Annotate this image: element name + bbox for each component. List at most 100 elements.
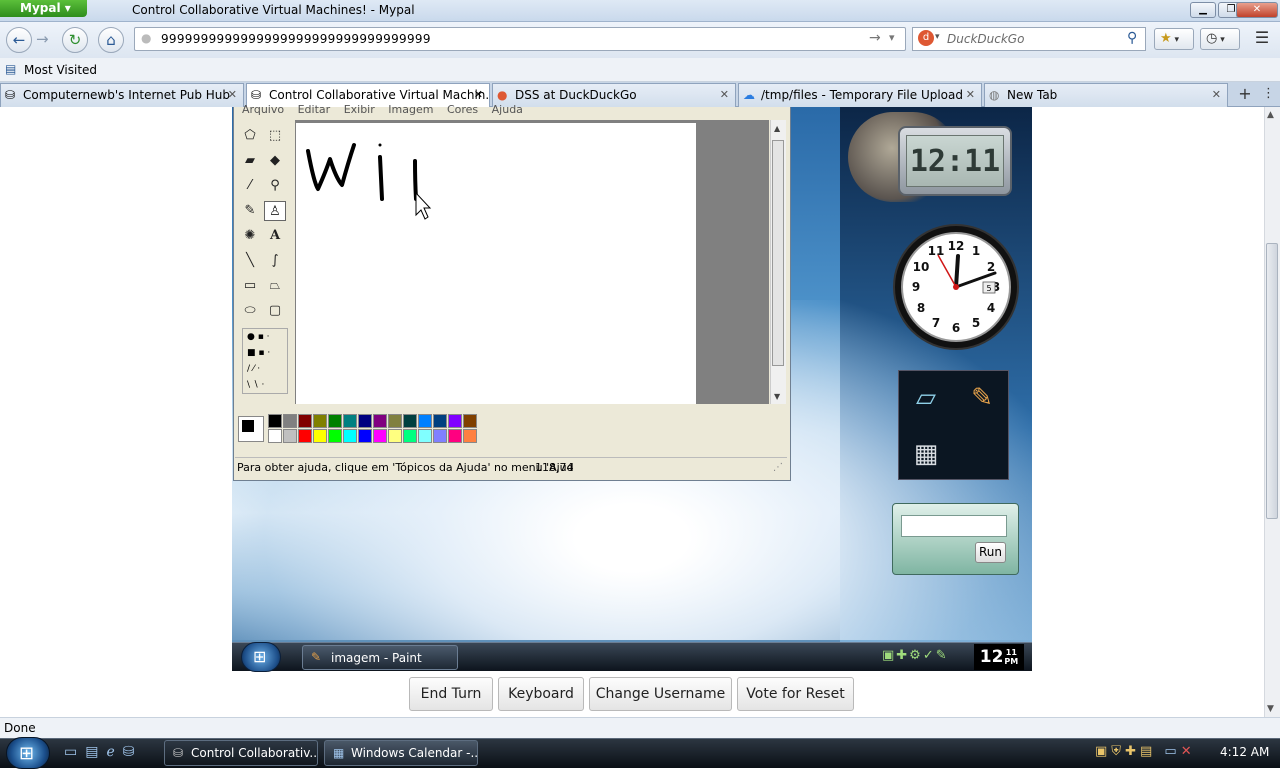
most-visited-bookmark[interactable]: Most Visited [24,63,97,77]
color-swatch[interactable] [283,414,297,428]
shield-icon[interactable]: ⛨ [1111,744,1125,759]
tab-close-icon[interactable]: ✕ [474,88,483,101]
paint-scrollbar-thumb[interactable] [772,140,784,366]
paint-brushes-icon[interactable]: ✎ [955,371,1009,425]
color-swatch[interactable] [268,414,282,428]
paint-canvas[interactable] [296,123,696,404]
bookmarks-button[interactable]: ★ ▾ [1154,28,1194,50]
color-swatch[interactable] [313,429,327,443]
color-swatch[interactable] [343,429,357,443]
color-swatch[interactable] [298,414,312,428]
fill-bucket-icon[interactable]: ◆ [264,151,286,171]
free-select-icon[interactable]: ⬠ [239,126,261,146]
analog-clock-gadget[interactable]: 12 1 2 345 678 9 10 11 5 [893,224,1019,350]
curve-tool-icon[interactable]: ∫ [264,251,286,271]
new-tab-button[interactable]: + [1234,84,1256,106]
monitor-icon[interactable]: ▭ [1164,744,1180,759]
host-system-tray-icons[interactable]: ▣⛨✚▤ ▭✕ [1095,744,1196,759]
polygon-tool-icon[interactable]: ⏢ [264,276,286,296]
color-swatch[interactable] [358,414,372,428]
paint-scroll-up-icon[interactable]: ▲ [774,124,780,133]
host-clock[interactable]: 4:12 AM [1220,745,1269,759]
tab-close-icon[interactable]: ✕ [228,88,237,101]
url-dropdown-icon[interactable]: ▾ [889,31,895,44]
vm-taskbar-item-paint[interactable]: ✎ imagem - Paint [302,645,458,670]
color-swatch[interactable] [373,414,387,428]
vm-system-tray-icons[interactable]: ▣✚⚙✓✎ [882,648,949,663]
keyboard-button[interactable]: Keyboard [498,677,584,711]
color-swatch[interactable] [298,429,312,443]
color-swatch[interactable] [448,429,462,443]
menu-button[interactable]: ☰ [1250,28,1274,50]
search-engine-dropdown-icon[interactable]: ▾ [935,32,940,42]
paint-menu-exibir[interactable]: Exibir [344,103,375,116]
color-swatch[interactable] [418,429,432,443]
paint-scroll-down-icon[interactable]: ▼ [774,392,780,401]
color-swatch[interactable] [433,414,447,428]
notepad-gadget-icon[interactable]: ▱ [899,371,953,425]
rect-select-icon[interactable]: ⬚ [264,126,286,146]
end-turn-button[interactable]: End Turn [409,677,493,711]
paint-menu-imagem[interactable]: Imagem [388,103,433,116]
tab-close-icon[interactable]: ✕ [966,88,975,101]
pencil-icon[interactable]: ✎ [239,201,261,221]
tab-overflow-button[interactable]: ⋮ [1262,86,1275,101]
tab-close-icon[interactable]: ✕ [1212,88,1221,101]
paint-menu-arquivo[interactable]: Arquivo [242,103,284,116]
color-swatch[interactable] [328,414,342,428]
mypal-icon[interactable]: ⛁ [123,744,143,760]
color-swatch[interactable] [283,429,297,443]
show-desktop-icon[interactable]: ▭ [64,744,85,760]
quick-launch-icons[interactable]: ▭▤ℯ⛁ [64,744,143,760]
paint-menu-ajuda[interactable]: Ajuda [492,103,523,116]
color-swatch[interactable] [358,429,372,443]
run-button[interactable]: Run [975,542,1006,563]
home-button[interactable]: ⌂ [98,27,124,53]
change-username-button[interactable]: Change Username [589,677,732,711]
color-swatch[interactable] [403,414,417,428]
vm-clock[interactable]: 12 11 PM [974,644,1024,670]
brush-icon[interactable]: ♙ [264,201,286,221]
color-swatch[interactable] [388,429,402,443]
host-task-windows-calendar[interactable]: ▦ Windows Calendar -... [324,740,478,766]
color-swatch[interactable] [463,429,477,443]
color-swatch[interactable] [433,429,447,443]
resize-grip-icon[interactable]: ⋰ [773,462,783,473]
magnifier-icon[interactable]: ⚲ [264,176,286,196]
rounded-rect-tool-icon[interactable]: ▢ [264,301,286,321]
volume-muted-icon[interactable]: ✕ [1181,744,1196,759]
color-swatch[interactable] [403,429,417,443]
line-tool-icon[interactable]: ╲ [239,251,261,271]
paint-menu-editar[interactable]: Editar [298,103,331,116]
run-command-input[interactable] [901,515,1007,537]
page-scrollbar-thumb[interactable] [1266,243,1278,519]
color-picker-icon[interactable]: ⁄ [239,176,261,196]
color-swatch[interactable] [373,429,387,443]
forward-button[interactable]: → [36,30,49,48]
close-button[interactable]: ✕ [1236,2,1278,18]
color-swatch[interactable] [328,429,342,443]
go-arrow-icon[interactable]: → [869,30,881,46]
update-icon[interactable]: ✚ [1125,744,1140,759]
safely-remove-icon[interactable]: ▤ [1140,744,1156,759]
brush-shape-options[interactable]: ● ▪ · ■ ▪ · / ⁄ · \ ∖ · [242,328,288,394]
eraser-icon[interactable]: ▰ [239,151,261,171]
airbrush-icon[interactable]: ✺ [239,226,261,246]
tab-new-tab[interactable]: ◍ New Tab ✕ [984,83,1228,107]
host-task-collabvm[interactable]: ⛁ Control Collaborativ... [164,740,318,766]
app-menu-button[interactable]: Mypal ▾ [0,0,87,17]
color-swatch[interactable] [388,414,402,428]
vm-start-button[interactable]: ⊞ [241,642,281,672]
search-icon[interactable]: ⚲ [1127,30,1137,46]
scroll-up-arrow-icon[interactable]: ▲ [1267,110,1274,120]
host-start-button[interactable]: ⊞ [6,737,50,769]
history-button[interactable]: ◷ ▾ [1200,28,1240,50]
tab-tmp-files[interactable]: ☁ /tmp/files - Temporary File Upload ✕ [738,83,982,107]
color-swatch[interactable] [268,429,282,443]
scroll-down-arrow-icon[interactable]: ▼ [1267,704,1274,714]
vote-for-reset-button[interactable]: Vote for Reset [737,677,854,711]
color-swatch[interactable] [418,414,432,428]
reload-button[interactable]: ↻ [62,27,88,53]
tab-close-icon[interactable]: ✕ [720,88,729,101]
network-icon[interactable]: ▣ [1095,744,1111,759]
